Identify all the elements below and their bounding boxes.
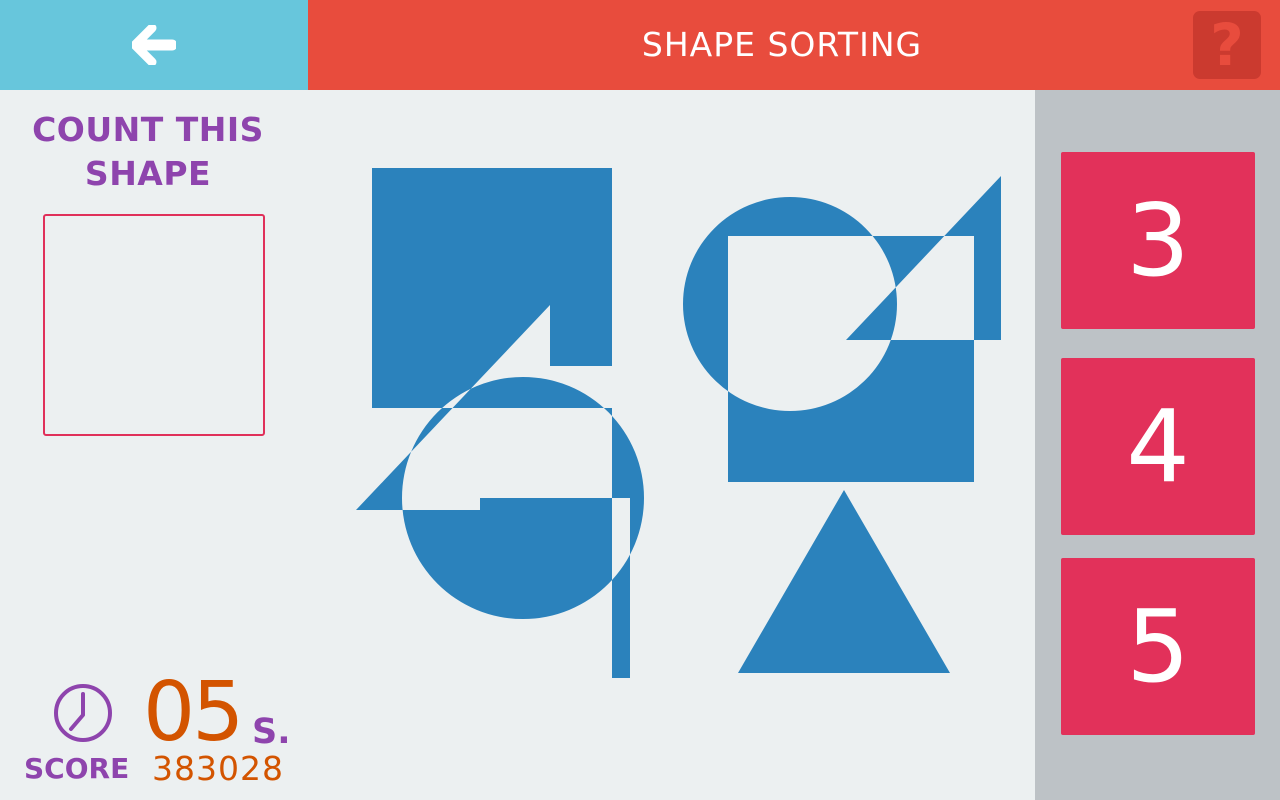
help-button[interactable]: ? bbox=[1193, 11, 1261, 79]
score-label: SCORE bbox=[24, 752, 130, 785]
answer-button-3[interactable]: 3 bbox=[1061, 152, 1255, 329]
score-value: 383028 bbox=[152, 749, 284, 788]
answer-button-5[interactable]: 5 bbox=[1061, 558, 1255, 735]
answer-button-4[interactable]: 4 bbox=[1061, 358, 1255, 535]
puzzle-shapes bbox=[356, 168, 1001, 678]
clock-icon bbox=[54, 684, 112, 742]
question-mark-icon: ? bbox=[1210, 11, 1244, 79]
timer-value: 05 bbox=[143, 665, 244, 760]
timer-unit: S. bbox=[252, 712, 291, 752]
